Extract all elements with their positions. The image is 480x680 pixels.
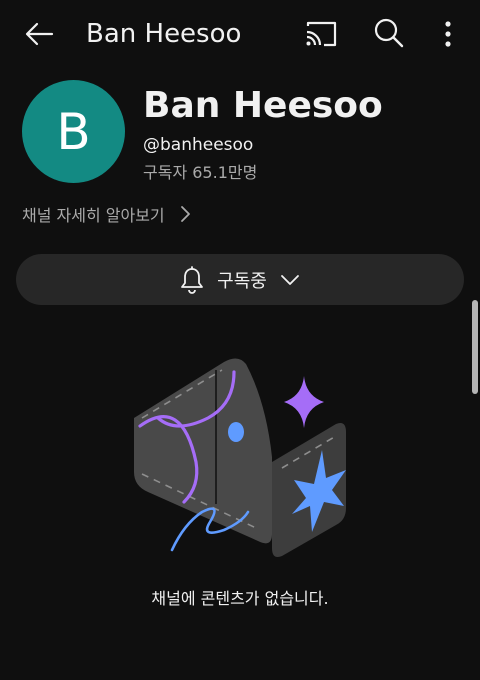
subscriber-count: 구독자 65.1만명 bbox=[143, 163, 258, 182]
subscribed-label: 구독중 bbox=[217, 270, 267, 292]
cast-button[interactable] bbox=[302, 16, 340, 52]
search-icon bbox=[374, 18, 404, 48]
back-button[interactable] bbox=[22, 16, 58, 52]
channel-name: Ban Heesoo bbox=[143, 85, 383, 126]
avatar[interactable]: B bbox=[22, 80, 125, 183]
empty-state-message: 채널에 콘텐츠가 없습니다. bbox=[151, 589, 329, 608]
empty-channel-illustration bbox=[130, 352, 352, 562]
channel-info-link[interactable]: 채널 자세히 알아보기 bbox=[22, 201, 191, 227]
channel-page: Ban Heesoo B Ban Heesoo @banheesoo 구독자 6… bbox=[0, 0, 480, 680]
cast-icon bbox=[306, 21, 337, 47]
avatar-letter: B bbox=[56, 102, 91, 161]
page-title: Ban Heesoo bbox=[86, 19, 242, 49]
arrow-left-icon bbox=[25, 22, 54, 46]
search-button[interactable] bbox=[370, 14, 408, 52]
subscribed-button[interactable]: 구독중 bbox=[16, 254, 464, 305]
more-options-button[interactable] bbox=[434, 14, 462, 54]
scrollbar[interactable] bbox=[472, 300, 478, 394]
chevron-right-icon bbox=[180, 206, 190, 222]
channel-info-label: 채널 자세히 알아보기 bbox=[22, 206, 165, 225]
channel-handle: @banheesoo bbox=[143, 135, 254, 155]
chevron-down-icon bbox=[280, 274, 299, 285]
top-app-bar: Ban Heesoo bbox=[0, 0, 480, 66]
more-vertical-icon bbox=[445, 21, 451, 47]
bell-icon bbox=[181, 265, 204, 294]
